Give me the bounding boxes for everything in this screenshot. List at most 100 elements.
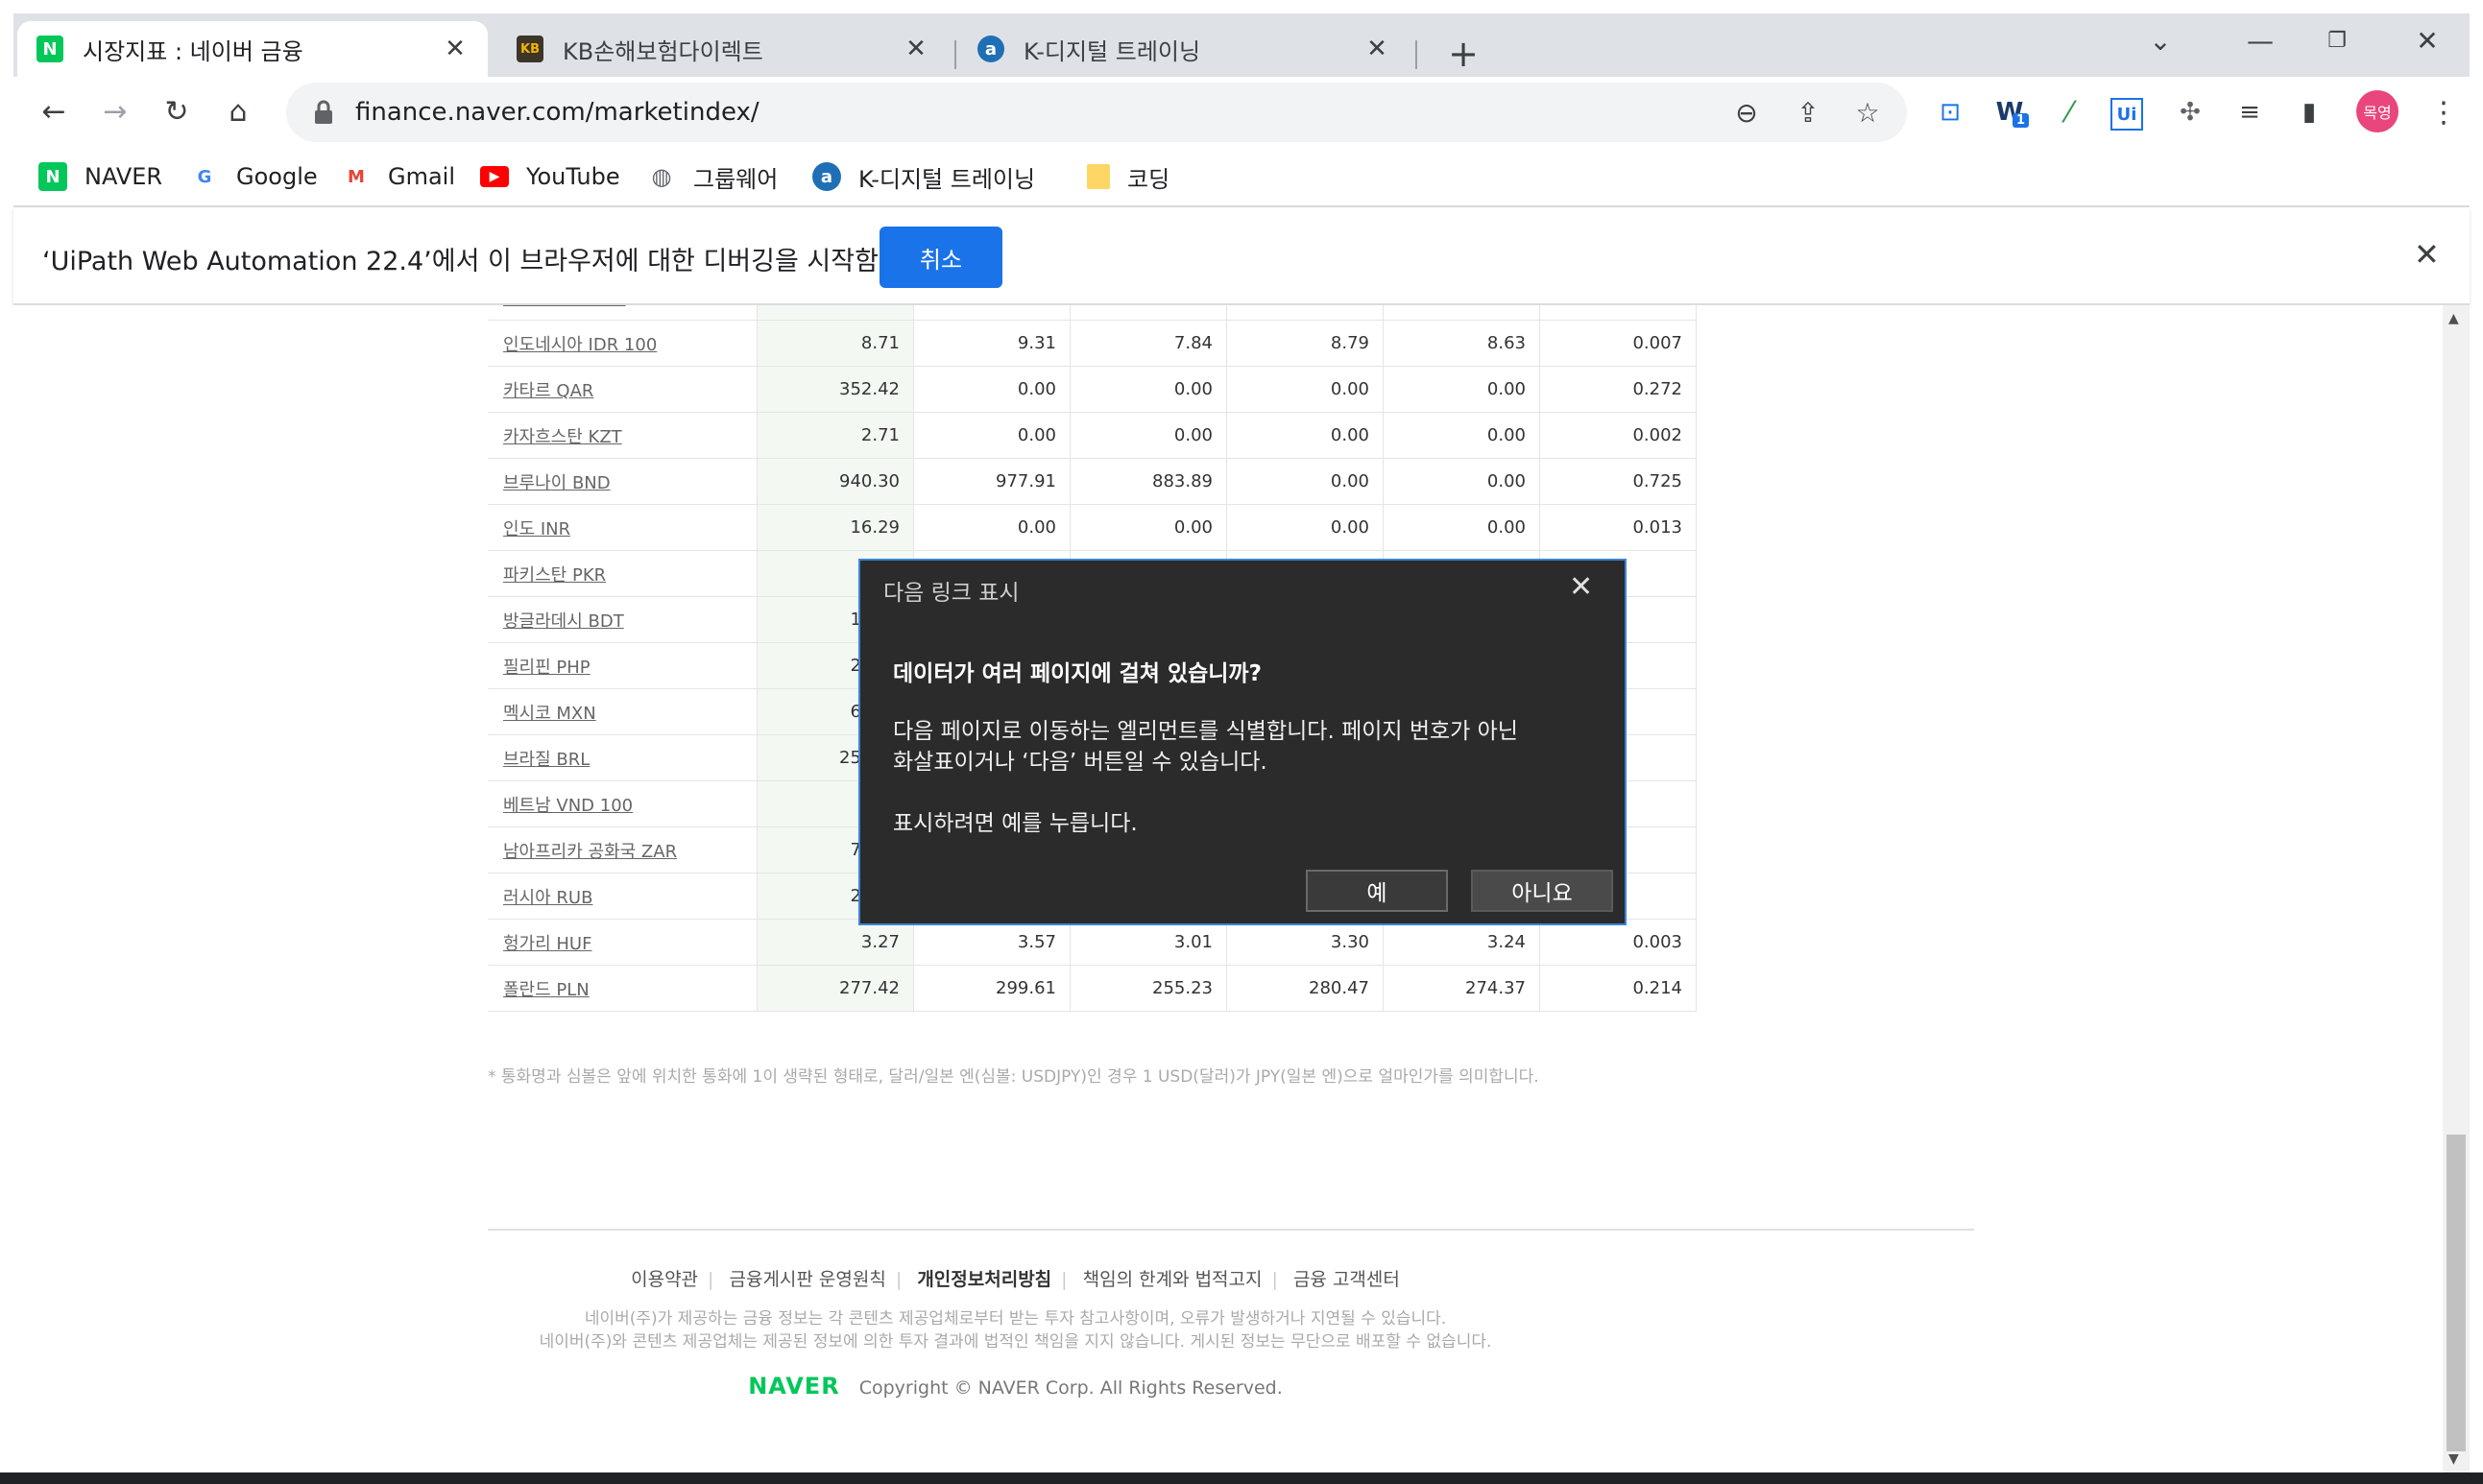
kb-favicon-icon: KB bbox=[517, 36, 543, 62]
rate-value-cell: 0.002 bbox=[1539, 412, 1697, 459]
tab-search-chevron-down-icon[interactable]: ⌄ bbox=[2141, 25, 2180, 57]
pen-extension-icon[interactable]: ⁄ bbox=[2051, 94, 2087, 131]
back-arrow-icon[interactable]: ← bbox=[33, 90, 75, 132]
restore-icon[interactable]: ❐ bbox=[2318, 29, 2356, 53]
scrollbar-thumb[interactable] bbox=[2447, 1135, 2466, 1451]
currency-link[interactable]: 카자흐스탄 KZT bbox=[503, 427, 622, 447]
disclaimer-line-1: 네이버(주)가 제공하는 금융 정보는 각 콘텐츠 제공업체로부터 받는 투자 … bbox=[584, 1309, 1447, 1328]
currency-link[interactable]: 필리핀 PHP bbox=[503, 658, 591, 678]
rate-value-cell: 309.98 bbox=[913, 305, 1071, 321]
rate-value-cell: 883.89 bbox=[1070, 458, 1227, 505]
footer-link-privacy[interactable]: 개인정보처리방침 bbox=[917, 1269, 1051, 1290]
home-icon[interactable]: ⌂ bbox=[217, 90, 259, 132]
address-bar[interactable]: finance.naver.com/marketindex/ ⊖ ⇪ ☆ bbox=[286, 83, 1907, 142]
currency-name-cell: 카자흐스탄 KZT bbox=[488, 412, 758, 459]
yes-button[interactable]: 예 bbox=[1306, 870, 1448, 912]
bookmark-label: K-디지털 트레이닝 bbox=[858, 165, 1036, 193]
close-tab-icon[interactable]: ✕ bbox=[1363, 35, 1390, 63]
vertical-scrollbar[interactable]: ▲ ▼ bbox=[2443, 305, 2470, 1472]
currency-link[interactable]: 방글라데시 BDT bbox=[503, 611, 624, 632]
profile-avatar[interactable]: 목영 bbox=[2356, 90, 2399, 132]
table-row: 폴란드 PLN 277.42 299.61 255.23 280.47 274.37 0.2… bbox=[488, 965, 1697, 1012]
reload-icon[interactable]: ↻ bbox=[156, 90, 198, 132]
minimize-icon[interactable]: — bbox=[2241, 25, 2279, 57]
rate-value-cell: 977.91 bbox=[913, 458, 1071, 505]
tab-strip: N 시장지표 : 네이버 금융 ✕ KB KB손해보험다이렉트 ✕ a K-디지… bbox=[13, 13, 2470, 77]
puzzle-extensions-icon[interactable]: ✣ bbox=[2172, 94, 2208, 131]
rate-value-cell: 0.00 bbox=[1383, 366, 1540, 413]
scroll-down-arrow-icon[interactable]: ▼ bbox=[2448, 1451, 2459, 1467]
currency-link[interactable]: 베트남 VND 100 bbox=[503, 796, 633, 816]
k-digital-icon: a bbox=[812, 162, 841, 191]
bookmark-label: 코딩 bbox=[1127, 165, 1170, 193]
currency-name-cell: 브루나이 BND bbox=[488, 458, 758, 505]
zoom-icon[interactable]: ⊖ bbox=[1728, 94, 1765, 131]
currency-link[interactable]: 카타르 QAR bbox=[503, 381, 593, 401]
naver-logo[interactable]: NAVER bbox=[748, 1373, 839, 1400]
currency-link[interactable]: 폴란드 PLN bbox=[503, 980, 590, 1000]
bookmark-google[interactable]: G Google bbox=[190, 157, 318, 196]
side-panel-icon[interactable]: ▮ bbox=[2291, 94, 2327, 131]
rate-value-cell: 288.70 bbox=[1383, 305, 1540, 321]
close-tab-icon[interactable]: ✕ bbox=[442, 35, 469, 63]
tab-k-digital[interactable]: a K-디지털 트레이닝 ✕ bbox=[958, 21, 1410, 77]
menu-kebab-icon[interactable]: ⋮ bbox=[2425, 94, 2462, 131]
scroll-up-arrow-icon[interactable]: ▲ bbox=[2448, 311, 2459, 326]
share-icon[interactable]: ⇪ bbox=[1790, 94, 1826, 131]
currency-link[interactable]: 러시아 RUB bbox=[503, 888, 592, 908]
currency-link[interactable]: 인도네시아 IDR 100 bbox=[503, 335, 657, 355]
currency-link[interactable]: 인도 INR bbox=[503, 519, 570, 539]
rate-value-cell: 352.42 bbox=[757, 366, 914, 413]
currency-link[interactable]: 남아프리카 공화국 ZAR bbox=[503, 842, 677, 862]
tab-kb-insurance[interactable]: KB KB손해보험다이렉트 ✕ bbox=[497, 21, 949, 77]
tab-naver-finance[interactable]: N 시장지표 : 네이버 금융 ✕ bbox=[17, 21, 488, 77]
currency-link[interactable]: 브라질 BRL bbox=[503, 750, 590, 770]
currency-name-cell: 폴란드 PLN bbox=[488, 965, 758, 1012]
currency-link[interactable]: 브루나이 BND bbox=[503, 473, 611, 493]
close-infobar-icon[interactable]: ✕ bbox=[2414, 236, 2440, 273]
bookmark-label: NAVER bbox=[84, 163, 163, 190]
rate-value-cell: 0.214 bbox=[1539, 965, 1697, 1012]
tab-title: K-디지털 트레이닝 bbox=[1024, 37, 1201, 65]
close-window-icon[interactable]: ✕ bbox=[2408, 25, 2447, 57]
bookmark-naver[interactable]: N NAVER bbox=[38, 157, 162, 196]
bookmark-label: YouTube bbox=[526, 163, 620, 190]
table-row: 카자흐스탄 KZT 2.71 0.00 0.00 0.00 0.00 0.002 bbox=[488, 412, 1697, 459]
rate-value-cell: 280.47 bbox=[1226, 965, 1384, 1012]
bookmark-groupware[interactable]: ◍ 그룹웨어 bbox=[647, 157, 779, 196]
bookmark-youtube[interactable]: ▶ YouTube bbox=[480, 157, 620, 196]
bookmark-gmail[interactable]: M Gmail bbox=[342, 157, 455, 196]
close-dialog-icon[interactable]: ✕ bbox=[1569, 570, 1593, 604]
footer-link-legal[interactable]: 책임의 한계와 법적고지 bbox=[1083, 1269, 1263, 1290]
forward-arrow-icon[interactable]: → bbox=[94, 90, 136, 132]
currency-link[interactable]: 파키스탄 PKR bbox=[503, 565, 606, 586]
bookmark-k-digital[interactable]: a K-디지털 트레이닝 bbox=[812, 157, 1035, 196]
naver-favicon-icon: N bbox=[36, 36, 63, 62]
rate-value-cell: 0.272 bbox=[1539, 366, 1697, 413]
currency-link[interactable]: 멕시코 MXN bbox=[503, 704, 596, 724]
rate-value-cell: 16.29 bbox=[757, 504, 914, 551]
footer-link-customer-center[interactable]: 금융 고객센터 bbox=[1293, 1269, 1400, 1290]
w-extension-icon[interactable]: W 1 bbox=[1991, 94, 2030, 131]
media-queue-icon[interactable]: ≡ bbox=[2231, 94, 2268, 131]
cancel-debug-button[interactable]: 취소 bbox=[880, 227, 1002, 288]
uipath-extension-icon[interactable]: Ui bbox=[2110, 98, 2143, 131]
bookmark-label: 그룹웨어 bbox=[693, 165, 779, 193]
debugging-infobar: ‘UiPath Web Automation 22.4’에서 이 브라우저에 대… bbox=[13, 207, 2470, 305]
currency-link[interactable]: 헝가리 HUF bbox=[503, 934, 591, 954]
translate-extension-icon[interactable]: ⊡ bbox=[1932, 94, 1968, 131]
currency-link[interactable]: 말레이시아 MYR bbox=[503, 305, 626, 309]
new-tab-icon[interactable]: + bbox=[1444, 33, 1483, 75]
rate-value-cell: 3.27 bbox=[757, 919, 914, 966]
bookmark-folder-coding[interactable]: 코딩 bbox=[1087, 157, 1169, 196]
footer-link-board-policy[interactable]: 금융게시판 운영원칙 bbox=[729, 1269, 885, 1290]
bookmark-star-icon[interactable]: ☆ bbox=[1849, 94, 1886, 131]
url-text[interactable]: finance.naver.com/marketindex/ bbox=[355, 98, 759, 127]
currency-name-cell: 베트남 VND 100 bbox=[488, 780, 758, 827]
rate-value-cell: 0.00 bbox=[913, 412, 1071, 459]
rate-value-cell: 274.37 bbox=[1383, 965, 1540, 1012]
no-button[interactable]: 아니요 bbox=[1471, 870, 1613, 912]
k-digital-favicon-icon: a bbox=[977, 36, 1004, 62]
footer-link-terms[interactable]: 이용약관 bbox=[631, 1269, 698, 1290]
close-tab-icon[interactable]: ✕ bbox=[903, 35, 929, 63]
